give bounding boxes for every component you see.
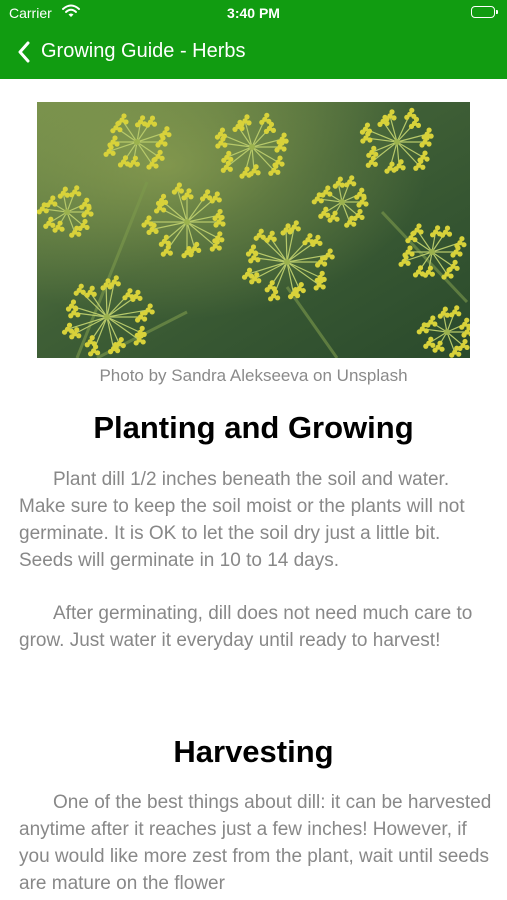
paragraph-harvesting-1: One of the best things about dill: it ca…: [19, 792, 492, 894]
dill-flower-photo: [37, 102, 470, 358]
battery-icon: [471, 6, 498, 18]
photo-caption: Photo by Sandra Alekseeva on Unsplash: [99, 366, 408, 385]
page-title: Growing Guide - Herbs: [41, 40, 246, 62]
status-bar: Carrier 3:40 PM: [0, 0, 507, 28]
navigation-bar: Growing Guide - Herbs: [0, 28, 507, 79]
chevron-left-icon: [18, 41, 30, 63]
back-button[interactable]: [10, 37, 38, 67]
section-title-planting: Planting and Growing: [93, 410, 414, 445]
clock: 3:40 PM: [227, 5, 280, 21]
paragraph-planting-1: Plant dill 1/2 inches beneath the soil a…: [19, 469, 465, 571]
paragraph-planting-2: After germinating, dill does not need mu…: [19, 603, 473, 651]
header-bar: Carrier 3:40 PM Growing Guide - Herbs: [0, 0, 507, 79]
section-title-harvesting: Harvesting: [173, 734, 334, 769]
